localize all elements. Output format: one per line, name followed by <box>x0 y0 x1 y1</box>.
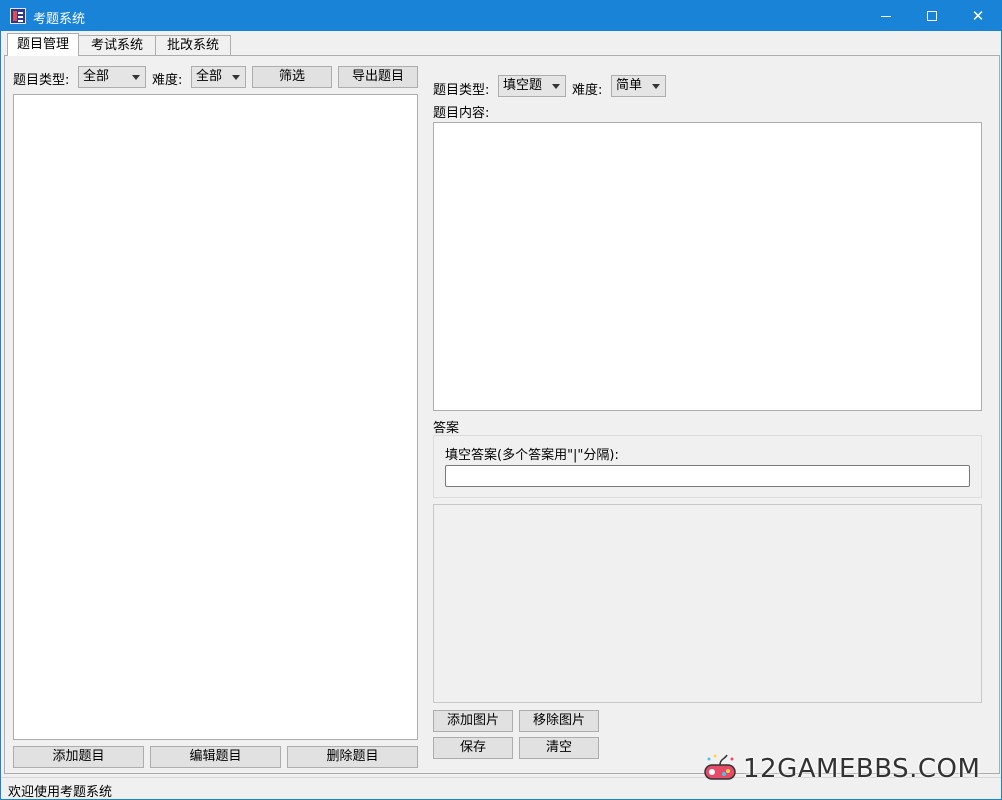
answer-group: 填空答案(多个答案用"|"分隔): <box>433 435 982 498</box>
question-list[interactable] <box>13 94 418 740</box>
remove-image-button[interactable]: 移除图片 <box>519 710 599 732</box>
difficulty-filter-label: 难度: <box>152 73 183 88</box>
editor-difficulty-select[interactable]: 简单 <box>611 75 666 97</box>
export-questions-button[interactable]: 导出题目 <box>338 66 418 88</box>
clear-button[interactable]: 清空 <box>519 737 599 759</box>
window-title: 考题系统 <box>33 12 86 27</box>
filter-button[interactable]: 筛选 <box>252 66 332 88</box>
close-button[interactable]: ✕ <box>955 1 1001 31</box>
type-filter-value: 全部 <box>83 69 110 84</box>
minimize-icon <box>881 15 891 17</box>
image-preview-area <box>433 504 982 703</box>
chevron-down-icon <box>232 75 240 80</box>
maximize-icon <box>927 11 937 21</box>
editor-type-label: 题目类型: <box>433 83 490 98</box>
add-question-button[interactable]: 添加题目 <box>13 746 144 768</box>
editor-difficulty-label: 难度: <box>572 83 603 98</box>
fill-answer-input[interactable] <box>445 465 970 487</box>
chevron-down-icon <box>652 84 660 89</box>
tab-exam-system[interactable]: 考试系统 <box>78 35 156 56</box>
tab-question-management[interactable]: 题目管理 <box>7 33 79 56</box>
delete-question-button[interactable]: 删除题目 <box>287 746 418 768</box>
editor-type-select[interactable]: 填空题 <box>498 75 566 97</box>
add-image-button[interactable]: 添加图片 <box>433 710 513 732</box>
maximize-button[interactable] <box>909 1 955 31</box>
fill-answer-label: 填空答案(多个答案用"|"分隔): <box>445 448 619 463</box>
chevron-down-icon <box>552 84 560 89</box>
minimize-button[interactable] <box>863 1 909 31</box>
question-content-label: 题目内容: <box>433 106 490 121</box>
chevron-down-icon <box>132 75 140 80</box>
editor-difficulty-value: 简单 <box>616 78 643 93</box>
save-button[interactable]: 保存 <box>433 737 513 759</box>
app-window: 考题系统 ✕ 题目管理 考试系统 批改系统 题目类型: 全部 难度: 全部 筛选… <box>0 0 1002 800</box>
status-text: 欢迎使用考题系统 <box>8 785 113 800</box>
type-filter-select[interactable]: 全部 <box>78 66 146 88</box>
app-icon <box>10 8 26 24</box>
type-filter-label: 题目类型: <box>13 73 70 88</box>
gamepad-icon <box>704 754 736 780</box>
watermark: 12GAMEBBS.COM <box>701 747 1001 787</box>
answer-label: 答案 <box>433 421 460 436</box>
difficulty-filter-select[interactable]: 全部 <box>191 66 246 88</box>
close-icon: ✕ <box>971 7 985 25</box>
title-bar[interactable]: 考题系统 ✕ <box>1 1 1001 31</box>
watermark-text: 12GAMEBBS.COM <box>743 754 981 784</box>
difficulty-filter-value: 全部 <box>196 69 223 84</box>
edit-question-button[interactable]: 编辑题目 <box>150 746 281 768</box>
editor-type-value: 填空题 <box>503 78 543 93</box>
question-content-textarea[interactable] <box>433 122 982 411</box>
tab-grading-system[interactable]: 批改系统 <box>155 35 231 56</box>
